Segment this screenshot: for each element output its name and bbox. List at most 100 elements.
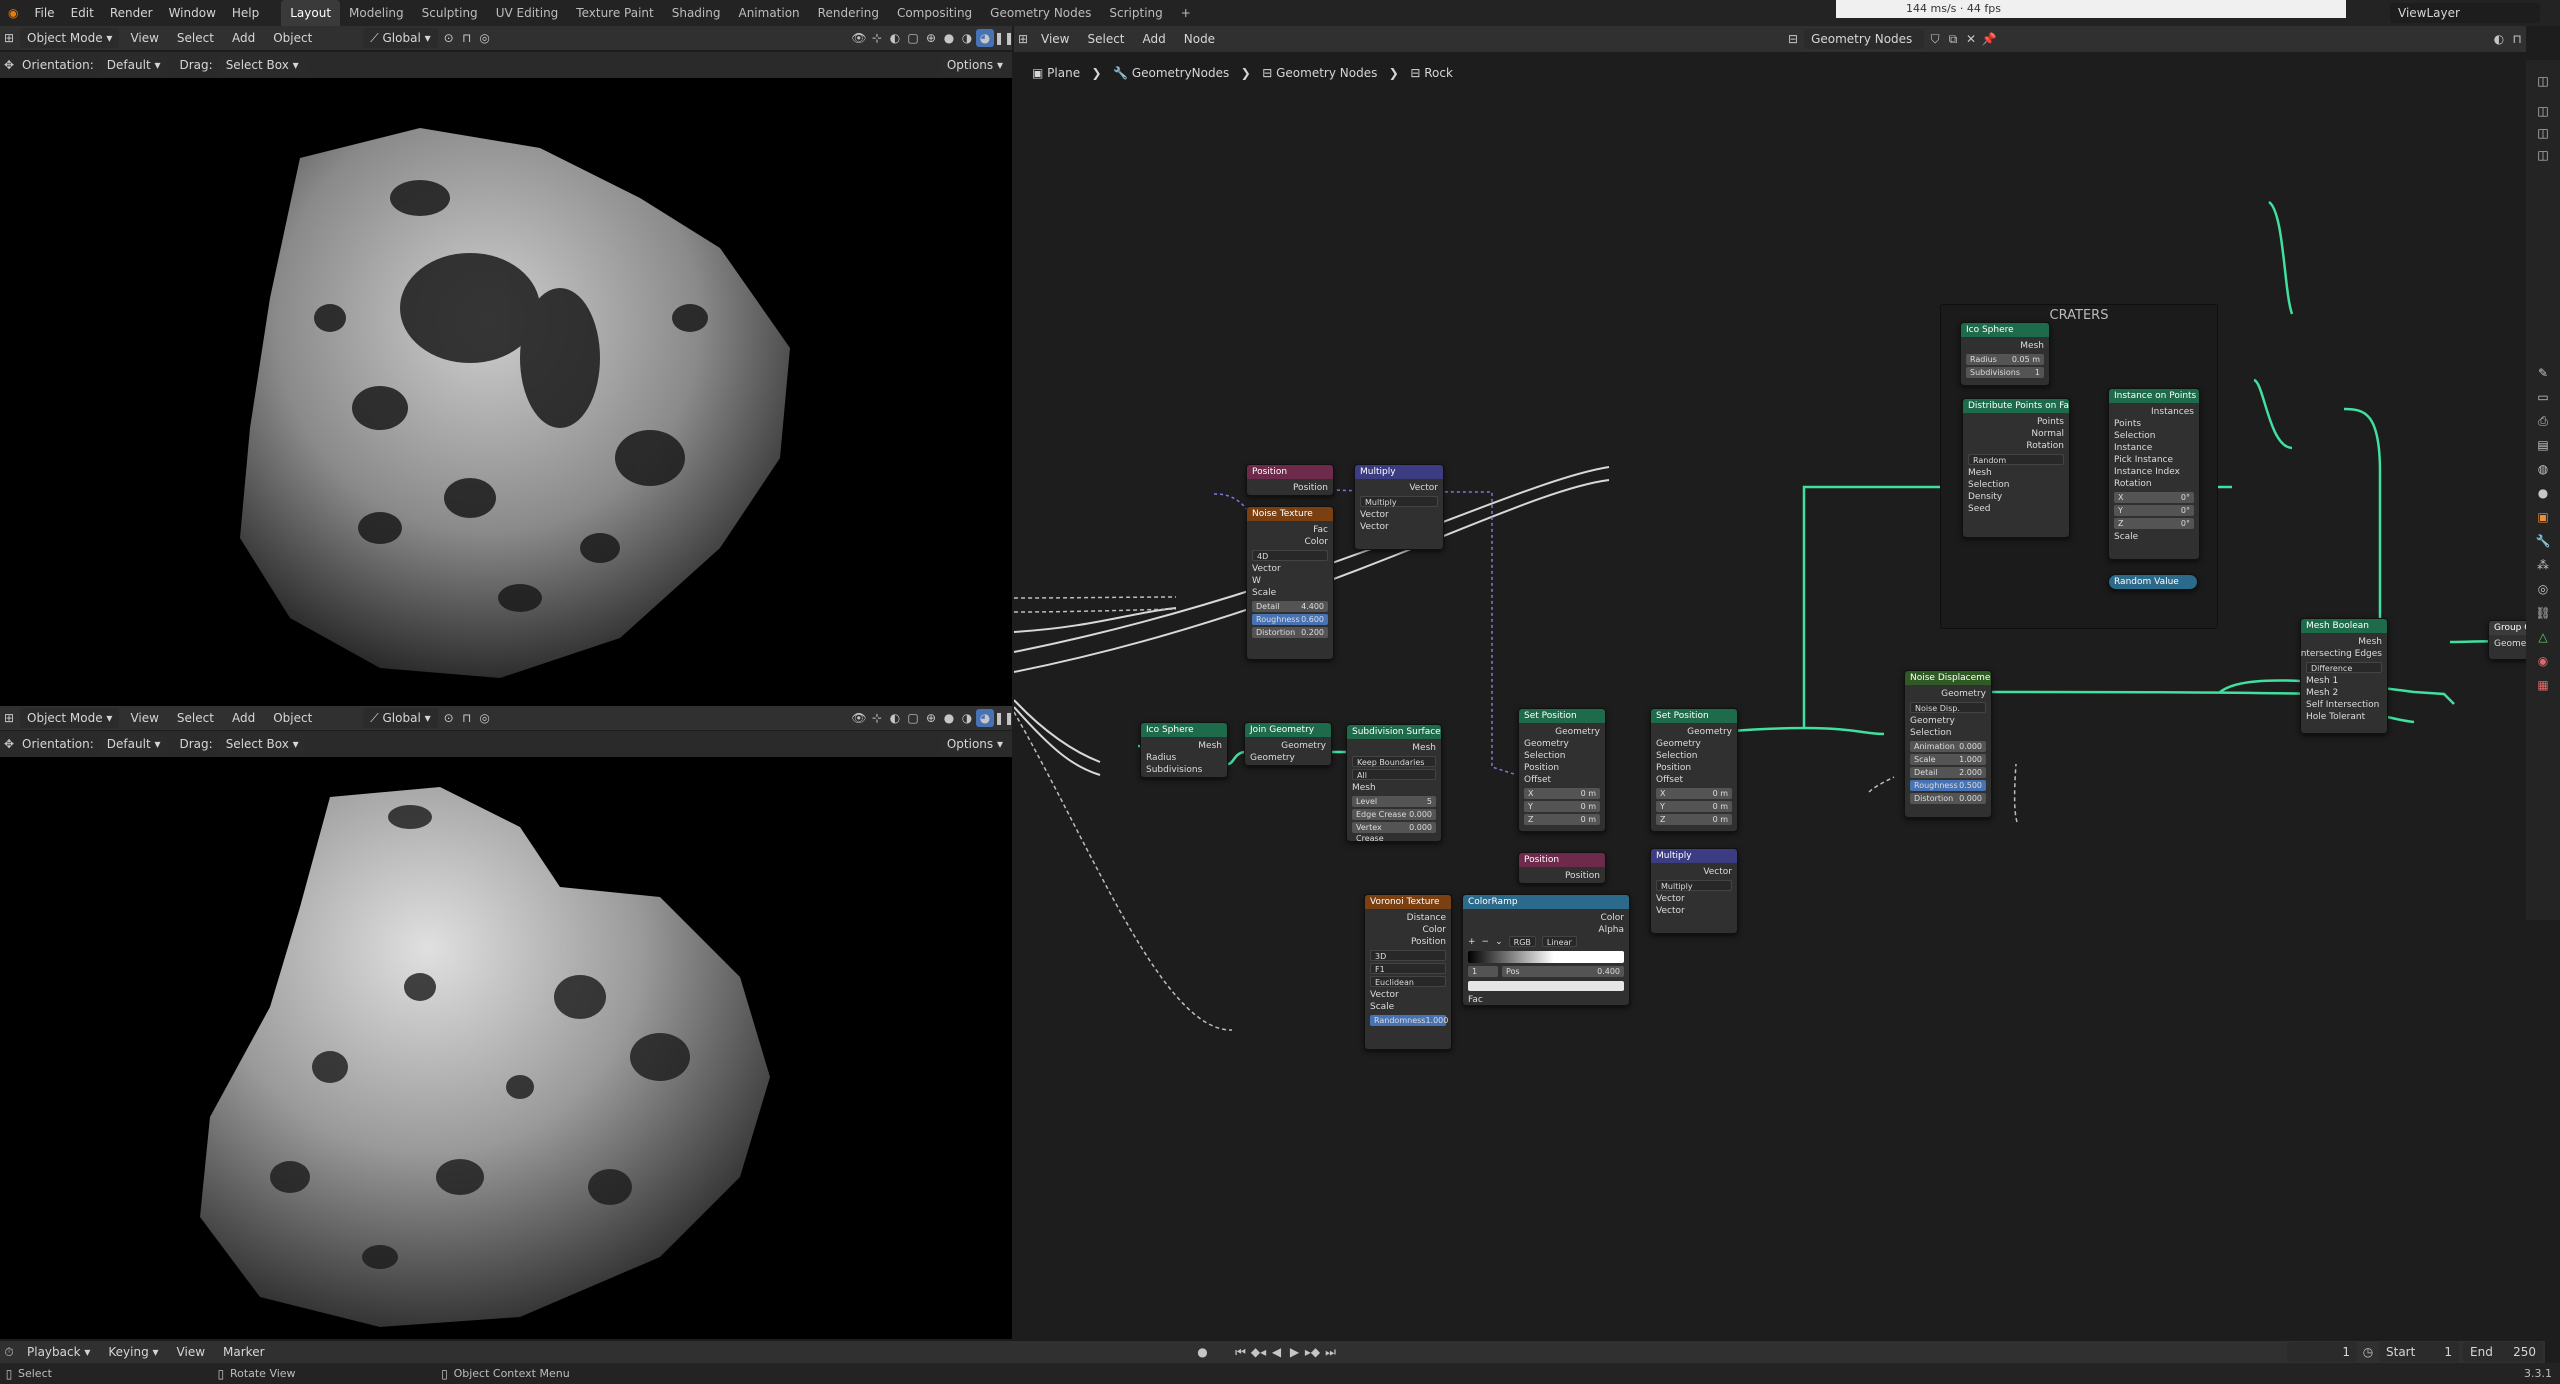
clock-icon[interactable]: ◷ [2359, 1343, 2377, 1361]
view-layer-field[interactable]: ViewLayer [2390, 3, 2540, 23]
checkbox-hole-tolerant[interactable]: Hole Tolerant [2306, 711, 2382, 723]
end-frame-field[interactable]: End 250 [2463, 1342, 2543, 1362]
data-icon[interactable]: △ [2534, 628, 2552, 646]
socket-out[interactable]: Geometry [1524, 726, 1600, 738]
boundary-select[interactable]: Keep Boundaries [1352, 756, 1436, 767]
level-field[interactable]: Level 5 [1352, 796, 1436, 807]
tab-sculpting[interactable]: Sculpting [413, 0, 487, 26]
viewport-bottom-canvas[interactable] [0, 757, 1012, 1339]
socket-out[interactable]: Position [1524, 870, 1600, 882]
menu-select[interactable]: Select [170, 708, 221, 728]
subdivisions-field[interactable]: Subdivisions 1 [1966, 367, 2044, 378]
mode-select[interactable]: Object Mode ▾ [20, 708, 120, 728]
timeline-editor-icon[interactable]: ⏱ [0, 1343, 18, 1361]
output-icon[interactable]: ⎙ [2534, 412, 2552, 430]
operation-select[interactable]: Multiply [1656, 880, 1732, 891]
menu-view[interactable]: View [123, 708, 165, 728]
menu-select[interactable]: Select [1080, 29, 1131, 49]
modifier-icon[interactable]: 🔧 [2534, 532, 2552, 550]
camera-icon[interactable]: ◫ [2534, 146, 2552, 164]
camera-icon[interactable]: ◫ [2534, 124, 2552, 142]
node-tree-field[interactable]: Geometry Nodes [1804, 29, 1925, 49]
menu-view[interactable]: View [1034, 29, 1076, 49]
socket-out[interactable]: Mesh [1352, 742, 1436, 754]
dimensions-select[interactable]: 3D [1370, 950, 1446, 961]
node-ico-sphere-2[interactable]: Ico Sphere Mesh Radius Subdivisions [1140, 722, 1228, 778]
node-subdivision-surface[interactable]: Subdivision Surface Mesh Keep Boundaries… [1346, 724, 1442, 842]
remove-stop-icon[interactable]: − [1482, 936, 1490, 948]
transform-orientation[interactable]: ⟋ Global ▾ [363, 28, 438, 48]
checkbox-pick-instance[interactable]: Pick Instance [2114, 454, 2194, 466]
solid-shading-icon[interactable]: ● [940, 29, 958, 47]
socket-in[interactable]: Scale [1370, 1001, 1446, 1013]
tab-compositing[interactable]: Compositing [888, 0, 981, 26]
tab-texture-paint[interactable]: Texture Paint [567, 0, 662, 26]
menu-add[interactable]: Add [225, 708, 262, 728]
editor-type-icon[interactable]: ⊞ [1014, 30, 1032, 48]
menu-marker[interactable]: Marker [216, 1342, 271, 1362]
rotation-x[interactable]: X 0° [2114, 492, 2194, 503]
fake-user-icon[interactable]: ⛉ [1926, 30, 1944, 48]
socket-in[interactable]: W [1252, 575, 1328, 587]
tab-shading[interactable]: Shading [663, 0, 730, 26]
socket-in[interactable]: Mesh 2 [2306, 687, 2382, 699]
tab-layout[interactable]: Layout [281, 0, 341, 26]
overlay-icon[interactable]: ◐ [886, 709, 904, 727]
menu-add[interactable]: Add [225, 28, 262, 48]
blender-logo-icon[interactable]: ◉ [0, 0, 26, 26]
socket-in[interactable]: Geometry [1910, 715, 1986, 727]
socket-in[interactable]: Geometry [1524, 738, 1600, 750]
offset-y[interactable]: Y0 m [1524, 801, 1600, 812]
render-icon[interactable]: ▭ [2534, 388, 2552, 406]
next-keyframe-icon[interactable]: ▸◆ [1304, 1343, 1322, 1361]
socket-in[interactable]: Mesh 1 [2306, 675, 2382, 687]
solid-shading-icon[interactable]: ● [940, 709, 958, 727]
drag-select[interactable]: Select Box ▾ [218, 55, 306, 75]
gizmo-icon[interactable]: ⊹ [868, 29, 886, 47]
offset-y[interactable]: Y0 m [1656, 801, 1732, 812]
socket-out[interactable]: Color [1468, 912, 1625, 924]
record-icon[interactable]: ● [1194, 1343, 1212, 1361]
tab-animation[interactable]: Animation [729, 0, 808, 26]
node-noise-texture[interactable]: Noise Texture Fac Color 4D Vector W Scal… [1246, 506, 1334, 660]
detail-field[interactable]: Detail 2.000 [1910, 767, 1986, 778]
socket-out[interactable]: Intersecting Edges [2301, 648, 2382, 660]
socket-in[interactable]: Radius [1146, 752, 1222, 764]
gizmo-icon[interactable]: ⊹ [868, 709, 886, 727]
add-stop-icon[interactable]: + [1468, 936, 1476, 948]
color-mode-select[interactable]: RGB [1508, 936, 1536, 947]
menu-node[interactable]: Node [1177, 29, 1222, 49]
socket-in[interactable]: Vector [1360, 521, 1438, 533]
node-multiply-1[interactable]: Multiply Vector Multiply Vector Vector [1354, 464, 1444, 550]
dimensions-select[interactable]: 4D [1252, 550, 1328, 561]
camera-icon[interactable]: ◫ [2534, 72, 2552, 90]
tab-rendering[interactable]: Rendering [809, 0, 888, 26]
socket-in[interactable]: Vector [1656, 905, 1732, 917]
socket-in[interactable]: Mesh [1968, 467, 2064, 479]
camera-icon[interactable]: ◫ [2534, 102, 2552, 120]
drag-select[interactable]: Select Box ▾ [218, 734, 306, 754]
editor-type-icon[interactable]: ⊞ [0, 29, 18, 47]
snap-icon[interactable]: ⊓ [458, 29, 476, 47]
tool-icon[interactable]: ✎ [2534, 364, 2552, 382]
menu-help[interactable]: Help [224, 0, 267, 26]
node-set-position-2[interactable]: Set Position Geometry Geometry Selection… [1650, 708, 1738, 832]
socket-out[interactable]: Geometry [1656, 726, 1732, 738]
socket-in[interactable]: Geometry [1656, 738, 1732, 750]
prev-keyframe-icon[interactable]: ◆◂ [1250, 1343, 1268, 1361]
node-random-value[interactable]: Random Value [2108, 574, 2198, 590]
menu-view[interactable]: View [170, 1342, 212, 1362]
play-reverse-icon[interactable]: ◀ [1268, 1343, 1286, 1361]
feature-select[interactable]: F1 [1370, 963, 1446, 974]
socket-in[interactable]: Seed [1968, 503, 2064, 515]
tab-scripting[interactable]: Scripting [1100, 0, 1171, 26]
socket-in[interactable]: Scale [2114, 531, 2194, 543]
socket-out[interactable]: Rotation [1968, 440, 2064, 452]
socket-out[interactable]: Geometry [1250, 740, 1326, 752]
distortion-field[interactable]: Distortion 0.200 [1252, 627, 1328, 638]
snap-icon[interactable]: ⊓ [458, 709, 476, 727]
node-join-geometry[interactable]: Join Geometry Geometry Geometry [1244, 722, 1332, 766]
wireframe-shading-icon[interactable]: ⊕ [922, 709, 940, 727]
socket-out[interactable]: Mesh [2306, 636, 2382, 648]
operation-select[interactable]: Multiply [1360, 496, 1438, 507]
